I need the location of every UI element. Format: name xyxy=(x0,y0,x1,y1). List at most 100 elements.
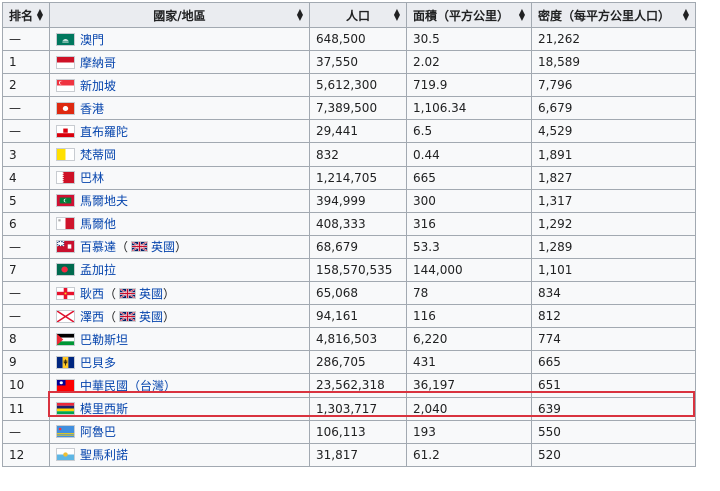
column-header-density[interactable]: 密度（每平方公里人口） ▲ ▼ xyxy=(531,2,696,28)
taiwan-flag-icon[interactable] xyxy=(56,378,75,392)
uk-flag-icon[interactable] xyxy=(119,310,137,322)
rank-cell: — xyxy=(2,96,50,121)
table-row: 6 馬爾他 408,333 316 1,292 xyxy=(2,211,696,236)
country-link[interactable]: 梵蒂岡 xyxy=(80,148,116,162)
area-cell: 665 xyxy=(406,165,532,190)
country-link[interactable]: 直布羅陀 xyxy=(80,125,128,139)
population-cell: 1,303,717 xyxy=(309,396,407,421)
malta-flag-icon[interactable] xyxy=(56,217,75,231)
uk-flag-icon[interactable] xyxy=(131,241,149,253)
density-cell: 1,292 xyxy=(531,211,696,236)
paren-open: （ xyxy=(116,240,129,255)
singapore-flag-icon[interactable] xyxy=(56,78,75,92)
barbados-flag-icon[interactable] xyxy=(56,355,75,369)
country-link[interactable]: 巴貝多 xyxy=(80,356,116,370)
country-cell: 澤西（ 英國） xyxy=(49,304,310,329)
macau-flag-icon[interactable] xyxy=(56,32,75,46)
country-link[interactable]: 澤西 xyxy=(80,310,104,324)
country-link[interactable]: 澳門 xyxy=(80,33,104,47)
table-row: 2 新加坡 5,612,300 719.9 7,796 xyxy=(2,73,696,98)
density-cell: 1,827 xyxy=(531,165,696,190)
area-cell: 61.2 xyxy=(406,442,532,467)
table-row: 9 巴貝多 286,705 431 665 xyxy=(2,350,696,375)
table-row: — 澤西（ 英國） 94,161 116 812 xyxy=(2,304,696,329)
table-row: 7 孟加拉 158,570,535 144,000 1,101 xyxy=(2,257,696,283)
area-cell: 1,106.34 xyxy=(406,96,532,121)
sort-arrows-icon[interactable]: ▲ ▼ xyxy=(37,8,43,22)
sort-arrows-icon[interactable]: ▲ ▼ xyxy=(394,8,400,22)
palestine-flag-icon[interactable] xyxy=(56,332,75,346)
table-row: 4 巴林 1,214,705 665 1,827 xyxy=(2,165,696,190)
column-header-population[interactable]: 人口 ▲ ▼ xyxy=(309,2,407,28)
country-link[interactable]: 香港 xyxy=(80,102,104,116)
sovereign-link[interactable]: 英國 xyxy=(139,310,163,324)
country-link[interactable]: 耿西 xyxy=(80,287,104,301)
country-link[interactable]: 模里西斯 xyxy=(80,402,128,416)
column-header-area[interactable]: 面積（平方公里） ▲ ▼ xyxy=(406,2,532,28)
paren-open: （ xyxy=(104,286,117,301)
sovereign-link[interactable]: 英國 xyxy=(151,240,175,254)
column-header-label: 人口 xyxy=(345,8,370,23)
bahrain-flag-icon[interactable] xyxy=(56,171,75,185)
column-header-label: 排名 xyxy=(9,8,34,23)
population-cell: 648,500 xyxy=(309,26,407,52)
country-link[interactable]: 巴勒斯坦 xyxy=(80,333,128,347)
country-link[interactable]: 摩納哥 xyxy=(80,56,116,70)
table-row: — 澳門 648,500 30.5 21,262 xyxy=(2,26,696,52)
sanmarino-flag-icon[interactable] xyxy=(56,448,75,462)
column-header-label: 面積（平方公里） xyxy=(413,8,510,23)
area-cell: 144,000 xyxy=(406,257,532,283)
country-link[interactable]: 阿魯巴 xyxy=(80,425,116,439)
sovereign-link[interactable]: 英國 xyxy=(139,287,163,301)
rank-cell: 11 xyxy=(2,396,50,421)
area-cell: 719.9 xyxy=(406,73,532,98)
sort-arrows-icon[interactable]: ▲ ▼ xyxy=(683,8,689,22)
column-header-country[interactable]: 國家/地區 ▲ ▼ xyxy=(49,2,310,28)
area-cell: 36,197 xyxy=(406,373,532,398)
column-header-rank[interactable]: 排名 ▲ ▼ xyxy=(2,2,50,28)
density-cell: 21,262 xyxy=(531,26,696,52)
monaco-flag-icon[interactable] xyxy=(56,55,75,69)
rank-cell: 7 xyxy=(2,257,50,283)
density-cell: 834 xyxy=(531,281,696,306)
column-header-label: 國家/地區 xyxy=(153,8,206,23)
guernsey-flag-icon[interactable] xyxy=(56,286,75,300)
density-cell: 1,891 xyxy=(531,142,696,167)
bermuda-flag-icon[interactable] xyxy=(56,240,75,254)
paren-close: ） xyxy=(175,240,188,255)
jersey-flag-icon[interactable] xyxy=(56,309,75,323)
area-cell: 53.3 xyxy=(406,234,532,259)
country-link[interactable]: 百慕達 xyxy=(80,240,116,254)
country-link[interactable]: 馬爾地夫 xyxy=(80,194,128,208)
country-link[interactable]: 馬爾他 xyxy=(80,217,116,231)
country-link[interactable]: 中華民國（台灣） xyxy=(80,379,176,393)
table-row: 8 巴勒斯坦 4,816,503 6,220 774 xyxy=(2,327,696,352)
country-cell: 香港 xyxy=(49,96,310,121)
sort-arrows-icon[interactable]: ▲ ▼ xyxy=(297,8,303,22)
aruba-flag-icon[interactable] xyxy=(56,425,75,439)
area-cell: 300 xyxy=(406,188,532,213)
hongkong-flag-icon[interactable] xyxy=(56,101,75,115)
country-cell: 中華民國（台灣） xyxy=(49,373,310,398)
population-cell: 832 xyxy=(309,142,407,167)
rank-cell: 5 xyxy=(2,188,50,213)
gibraltar-flag-icon[interactable] xyxy=(56,124,75,138)
country-link[interactable]: 孟加拉 xyxy=(80,263,116,277)
country-cell: 馬爾他 xyxy=(49,211,310,236)
maldives-flag-icon[interactable] xyxy=(56,194,75,208)
vatican-flag-icon[interactable] xyxy=(56,148,75,162)
country-cell: 耿西（ 英國） xyxy=(49,281,310,306)
uk-flag-icon[interactable] xyxy=(119,287,137,299)
country-cell: 聖馬利諾 xyxy=(49,442,310,467)
mauritius-flag-icon[interactable] xyxy=(56,402,75,416)
country-link[interactable]: 聖馬利諾 xyxy=(80,448,128,462)
sort-arrows-icon[interactable]: ▲ ▼ xyxy=(519,8,525,22)
density-cell: 6,679 xyxy=(531,96,696,121)
table-row: — 百慕達（ 英國） 68,679 53.3 1,289 xyxy=(2,234,696,259)
bangladesh-flag-icon[interactable] xyxy=(56,263,75,277)
country-link[interactable]: 巴林 xyxy=(80,171,104,185)
paren-close: ） xyxy=(163,309,176,324)
population-cell: 158,570,535 xyxy=(309,257,407,283)
area-cell: 30.5 xyxy=(406,26,532,52)
country-link[interactable]: 新加坡 xyxy=(80,79,116,93)
